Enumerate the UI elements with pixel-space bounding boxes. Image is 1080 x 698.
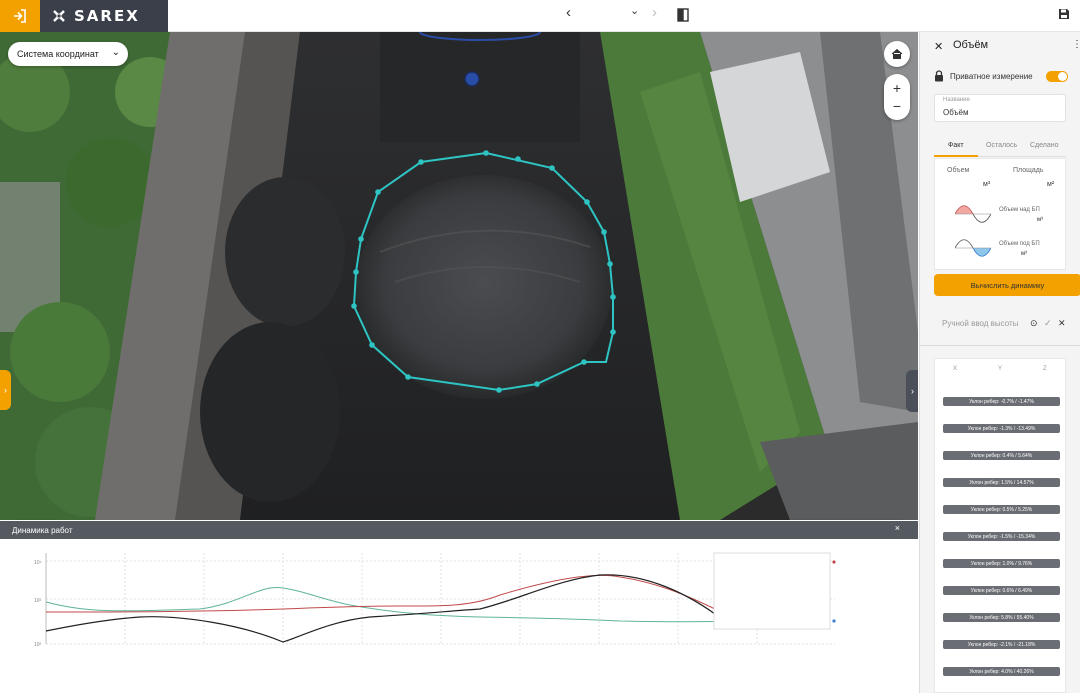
sarex-logo-icon — [53, 10, 65, 22]
aerial-scene — [0, 32, 918, 520]
clear-icon[interactable]: ✕ — [1058, 318, 1066, 329]
divider — [920, 345, 1080, 346]
y-tick-label: 10² — [34, 642, 42, 648]
dynamics-title: Динамика работ — [12, 525, 73, 535]
map-viewport[interactable]: Система координат ⌄ + − › › 3D 2D — [0, 32, 918, 520]
coordinate-system-select[interactable]: Система координат ⌄ — [8, 42, 128, 66]
zoom-in-button[interactable]: + — [893, 79, 901, 97]
slope-pill: Уклон ребер: 1.0% / 9.76% — [943, 559, 1060, 568]
save-button[interactable] — [1058, 8, 1070, 23]
home-button[interactable] — [884, 41, 910, 67]
compare-button[interactable] — [676, 8, 690, 25]
exit-icon — [14, 9, 26, 23]
compare-icon — [677, 8, 689, 22]
close-panel-button[interactable]: ✕ — [934, 40, 943, 53]
exit-button[interactable] — [0, 0, 40, 32]
column-header-x: X — [953, 366, 958, 372]
active-tab-indicator — [934, 155, 978, 157]
lock-icon — [935, 70, 943, 82]
private-measurement-toggle[interactable] — [1046, 71, 1068, 82]
save-icon — [1059, 9, 1069, 19]
name-field-label: Название — [943, 97, 970, 103]
volume-unit: м³ — [983, 181, 991, 188]
dynamics-header: Динамика работ × — [0, 521, 918, 539]
above-base-unit: м³ — [1037, 217, 1044, 223]
calculate-dynamics-button[interactable]: Вычислить динамику — [934, 274, 1080, 296]
close-dynamics-button[interactable]: × — [895, 523, 900, 533]
below-base-label: Объем под БП — [999, 241, 1040, 247]
area-unit: м² — [1047, 181, 1055, 188]
private-measurement-label: Приватное измерение — [950, 72, 1033, 81]
brand-logo: SAREX — [40, 0, 168, 32]
measurement-panel: ✕ Объём ⋮ Приватное измерение Название О… — [919, 32, 1080, 693]
dynamics-plot: 10⁴ 10³ 10² — [34, 552, 836, 648]
area-label: Площадь — [1013, 167, 1044, 174]
zoom-controls: + − — [884, 74, 910, 120]
column-header-y: Y — [998, 366, 1003, 372]
top-bar: SAREX ‹ ⌄ › — [0, 0, 1080, 32]
tab-done[interactable]: Сделано — [1030, 142, 1059, 149]
below-base-icon — [955, 239, 991, 257]
panel-tabs: Факт Осталось Сделано — [934, 137, 1066, 157]
y-tick-label: 10⁴ — [34, 560, 42, 566]
home-icon — [891, 48, 903, 59]
volume-label: Объем — [947, 167, 970, 174]
slope-pill: Уклон ребер: -0.7% / -1.47% — [943, 397, 1060, 406]
next-button[interactable]: › — [652, 4, 657, 21]
column-header-z: Z — [1043, 366, 1047, 372]
dynamics-chart: 10⁴ 10³ 10² — [0, 539, 918, 693]
slope-pill: Уклон ребер: 0.6% / 6.49% — [943, 586, 1060, 595]
prev-button[interactable]: ‹ — [566, 4, 571, 21]
tab-fact[interactable]: Факт — [948, 142, 964, 149]
brand-name: SAREX — [74, 7, 140, 25]
target-icon[interactable]: ⊙ — [1030, 318, 1038, 329]
right-panel-toggle[interactable]: › — [906, 370, 918, 412]
slope-pill: Уклон ребер: -2.1% / -21.18% — [943, 640, 1060, 649]
slope-pill: Уклон ребер: -1.5% / -15.34% — [943, 532, 1060, 541]
panel-title: Объём — [953, 39, 989, 51]
above-base-label: Объем над БП — [999, 207, 1040, 213]
slope-pill: Уклон ребер: 0.4% / 5.64% — [943, 451, 1060, 460]
tab-remaining[interactable]: Осталось — [986, 142, 1017, 149]
name-field-value: Объём — [943, 108, 969, 117]
below-base-unit: м³ — [1021, 251, 1028, 257]
slope-pill: Уклон ребер: 5.8% / 55.40% — [943, 613, 1060, 622]
left-panel-toggle[interactable]: › — [0, 370, 11, 410]
name-field[interactable]: Название Объём — [934, 94, 1066, 122]
coordinate-system-label: Система координат — [17, 49, 99, 59]
above-base-icon — [955, 205, 991, 223]
zoom-out-button[interactable]: − — [893, 97, 901, 115]
y-tick-label: 10³ — [34, 598, 42, 604]
tooltip-box — [713, 552, 831, 630]
chevron-down-icon: ⌄ — [111, 47, 120, 58]
manual-height-input[interactable]: Ручной ввод высоты — [942, 319, 1018, 328]
slope-pill: Уклон ребер: -1.3% / -13.49% — [943, 424, 1060, 433]
slope-pill: Уклон ребер: 0.5% / 5.25% — [943, 505, 1060, 514]
vertex-list: X Y Z Уклон ребер: -0.7% / -1.47% Уклон … — [934, 358, 1066, 693]
more-menu-button[interactable]: ⋮ — [1072, 39, 1080, 50]
slope-pill: Уклон ребер: 4.0% / 40.26% — [943, 667, 1060, 676]
manual-height-row: Ручной ввод высоты ⊙ ✓ ✕ — [934, 312, 1066, 334]
chevron-down-icon[interactable]: ⌄ — [630, 4, 639, 17]
slope-pill: Уклон ребер: 1.5% / 14.57% — [943, 478, 1060, 487]
confirm-icon[interactable]: ✓ — [1044, 318, 1052, 329]
volume-stats: Объем м³ Площадь м² Объем над БП м³ Объе… — [934, 158, 1066, 270]
